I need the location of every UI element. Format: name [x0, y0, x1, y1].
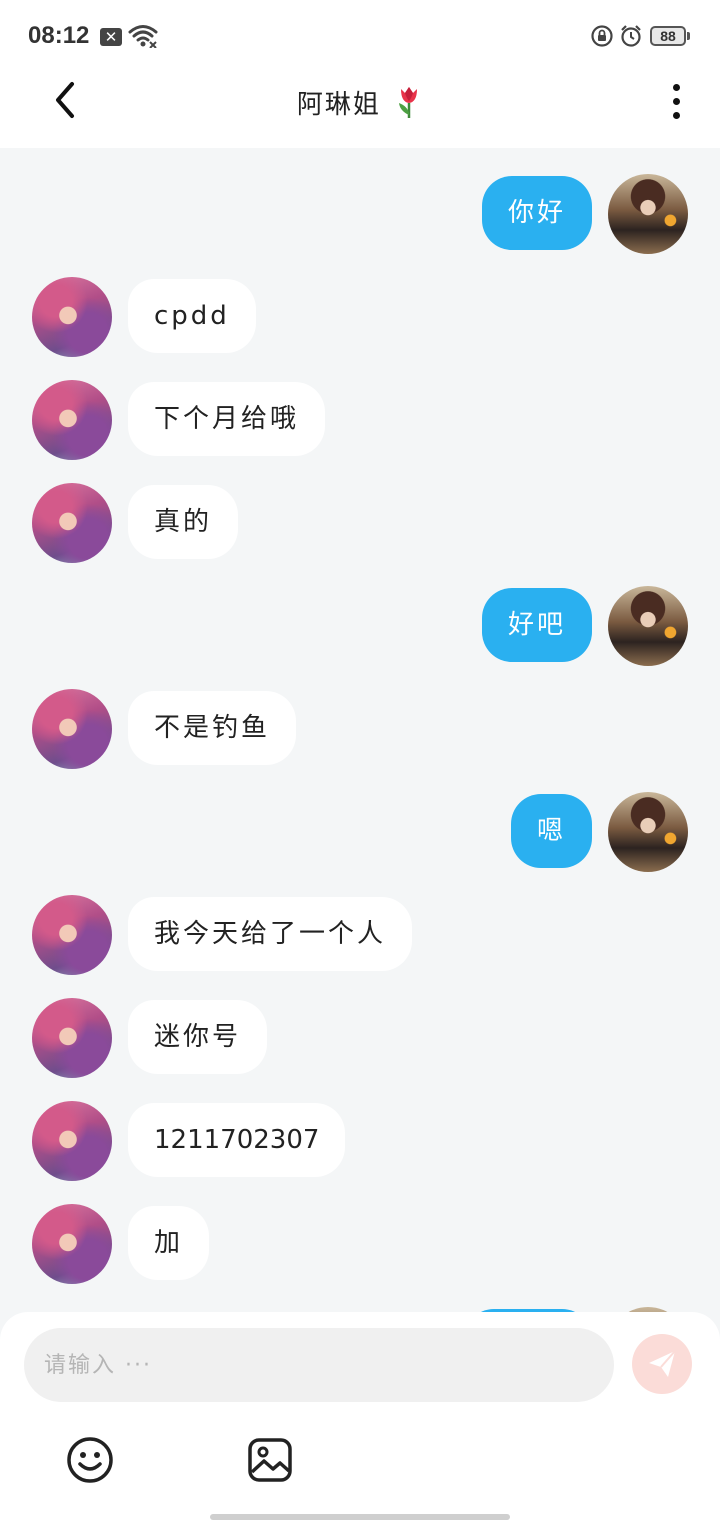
message-bubble[interactable]: 你好: [481, 176, 592, 250]
avatar[interactable]: [32, 689, 112, 769]
message-bubble[interactable]: 我今天给了一个人: [128, 897, 413, 971]
message-bubble[interactable]: 不是钓鱼: [128, 691, 297, 765]
avatar[interactable]: [608, 792, 688, 872]
message-bubble[interactable]: 迷你号: [128, 1000, 268, 1074]
message-bubble[interactable]: cpdd: [128, 279, 256, 353]
avatar[interactable]: [32, 1101, 112, 1181]
message-row: 好吧: [0, 586, 720, 666]
wifi-icon: [128, 24, 158, 52]
avatar[interactable]: [608, 174, 688, 254]
top-bar: 08:12 ✕ 88 阿琳姐: [0, 0, 720, 148]
image-icon: [248, 1438, 292, 1482]
avatar[interactable]: [32, 380, 112, 460]
close-box-icon: ✕: [100, 28, 122, 46]
contact-name: 阿琳姐: [296, 90, 381, 120]
send-icon: [649, 1350, 676, 1377]
message-row: 迷你号: [0, 998, 720, 1078]
message-list[interactable]: 你好 cpdd 下个月给哦 真的 好吧 不是钓鱼 嗯 我今天给了一个人 迷你号 …: [0, 148, 720, 1312]
message-row: 加: [0, 1204, 720, 1284]
status-time: 08:12: [28, 22, 90, 49]
battery-icon: 88: [650, 26, 690, 46]
composer: [0, 1312, 720, 1520]
message-bubble[interactable]: 加: [128, 1206, 210, 1280]
more-options-button[interactable]: [660, 80, 692, 124]
image-button[interactable]: [246, 1436, 294, 1488]
message-row: 你好: [0, 174, 720, 254]
avatar[interactable]: [32, 483, 112, 563]
message-bubble[interactable]: 嗯: [510, 794, 592, 868]
message-bubble[interactable]: 下个月给哦: [128, 382, 326, 456]
avatar[interactable]: [32, 1204, 112, 1284]
avatar[interactable]: [32, 277, 112, 357]
status-bar: 08:12 ✕ 88: [0, 0, 720, 72]
battery-level: 88: [660, 28, 676, 44]
home-indicator[interactable]: [210, 1514, 510, 1520]
message-row: 嗯: [0, 792, 720, 872]
message-bubble[interactable]: 好吧: [481, 588, 592, 662]
more-vertical-icon: [660, 84, 692, 119]
message-row: 我今天给了一个人: [0, 895, 720, 975]
rotation-lock-icon: [590, 24, 614, 52]
avatar[interactable]: [32, 998, 112, 1078]
avatar[interactable]: [608, 586, 688, 666]
message-bubble[interactable]: 1211702307: [128, 1103, 346, 1177]
emoji-icon: [67, 1437, 113, 1483]
message-row: 1211702307: [0, 1101, 720, 1181]
chat-title: 阿琳姐: [0, 84, 720, 126]
tulip-icon: [395, 85, 423, 126]
alarm-icon: [619, 24, 643, 52]
message-row: cpdd: [0, 277, 720, 357]
message-row: 不是钓鱼: [0, 689, 720, 769]
message-input[interactable]: [24, 1328, 614, 1402]
message-row: 下个月给哦: [0, 380, 720, 460]
message-row: 真的: [0, 483, 720, 563]
send-button[interactable]: [632, 1334, 692, 1394]
emoji-button[interactable]: [66, 1436, 114, 1488]
message-bubble[interactable]: 真的: [128, 485, 239, 559]
avatar[interactable]: [32, 895, 112, 975]
